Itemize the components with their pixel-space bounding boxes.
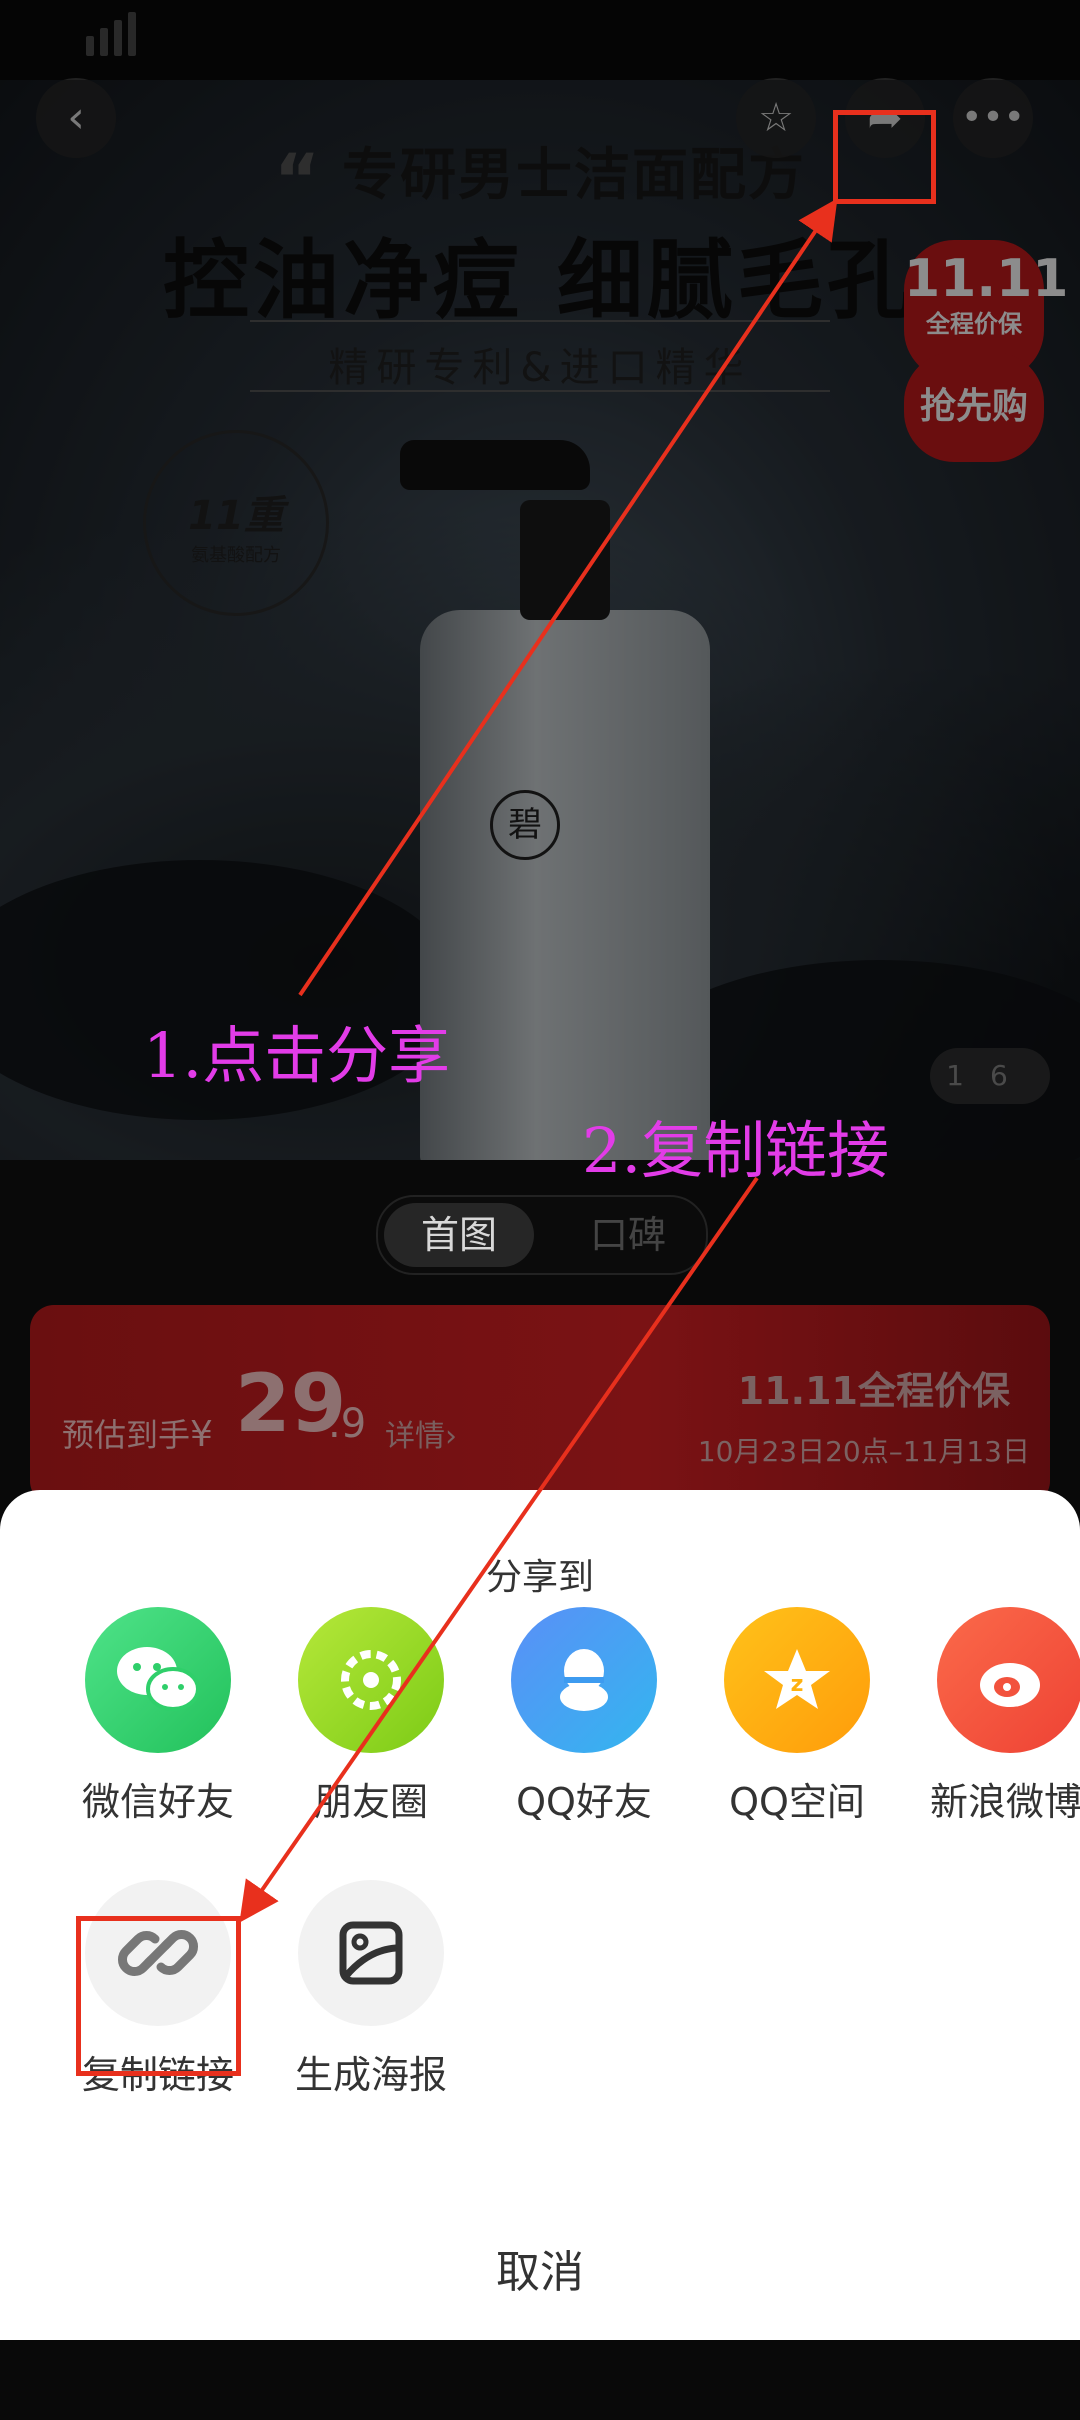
weibo-icon: [980, 1663, 1040, 1707]
share-sheet-title: 分享到: [485, 1557, 594, 1598]
annotation-step1: 1.点击分享: [143, 1019, 451, 1092]
tab-main-image[interactable]: 首图: [384, 1203, 534, 1267]
price-label: 预估到手¥: [62, 1414, 213, 1455]
price-card: 预估到手¥ 29 .9 详情› 11.11全程价保 10月23日20点–11月1…: [30, 1305, 1050, 1505]
highlight-copy-link-box: [76, 1916, 241, 2076]
share-circle: [85, 1607, 231, 1753]
qq-icon: [560, 1649, 608, 1711]
media-tabs: 首图 口碑: [376, 1195, 708, 1275]
share-circle: [937, 1607, 1080, 1753]
share-sheet: 分享到 微信好友 朋友圈 QQ好友 z QQ空间 新浪微博 复制链接 生成海报 …: [0, 1490, 1080, 2340]
svg-text:z: z: [791, 1672, 804, 1697]
share-qq-friend[interactable]: QQ好友: [484, 1607, 684, 1826]
share-wechat-friend[interactable]: 微信好友: [58, 1607, 258, 1826]
share-label: 朋友圈: [313, 1780, 428, 1824]
signal-icon: [86, 12, 336, 68]
share-circle: [298, 1607, 444, 1753]
wechat-icon: [117, 1647, 200, 1711]
annotation-step2: 2.复制链接: [582, 1114, 890, 1187]
share-circle: z: [724, 1607, 870, 1753]
share-moments[interactable]: 朋友圈: [271, 1607, 471, 1826]
promo-dates: 10月23日20点–11月13日: [697, 1435, 1030, 1468]
cancel-button[interactable]: 取消: [0, 2236, 1080, 2300]
qzone-icon: z: [764, 1649, 830, 1709]
share-label: 新浪微博: [930, 1780, 1080, 1824]
share-label: QQ空间: [729, 1780, 865, 1824]
moments-icon: [341, 1650, 401, 1710]
share-label: 微信好友: [81, 1780, 234, 1824]
share-weibo[interactable]: 新浪微博: [910, 1607, 1080, 1826]
share-qzone[interactable]: z QQ空间: [697, 1607, 897, 1826]
price-detail-link[interactable]: 详情›: [385, 1411, 457, 1455]
price-decimal: .9: [328, 1401, 367, 1447]
status-icons: [690, 22, 1010, 56]
poster-icon: [339, 1921, 403, 1985]
status-bar: [0, 0, 1080, 80]
share-label: QQ好友: [516, 1780, 652, 1824]
share-circle: [511, 1607, 657, 1753]
generate-poster-button[interactable]: 生成海报: [271, 1880, 471, 2099]
promo-title[interactable]: 11.11全程价保: [738, 1360, 1010, 1415]
action-label: 生成海报: [294, 2053, 447, 2097]
tab-reviews[interactable]: 口碑: [558, 1203, 698, 1267]
action-circle: [298, 1880, 444, 2026]
highlight-share-box: [833, 110, 936, 204]
